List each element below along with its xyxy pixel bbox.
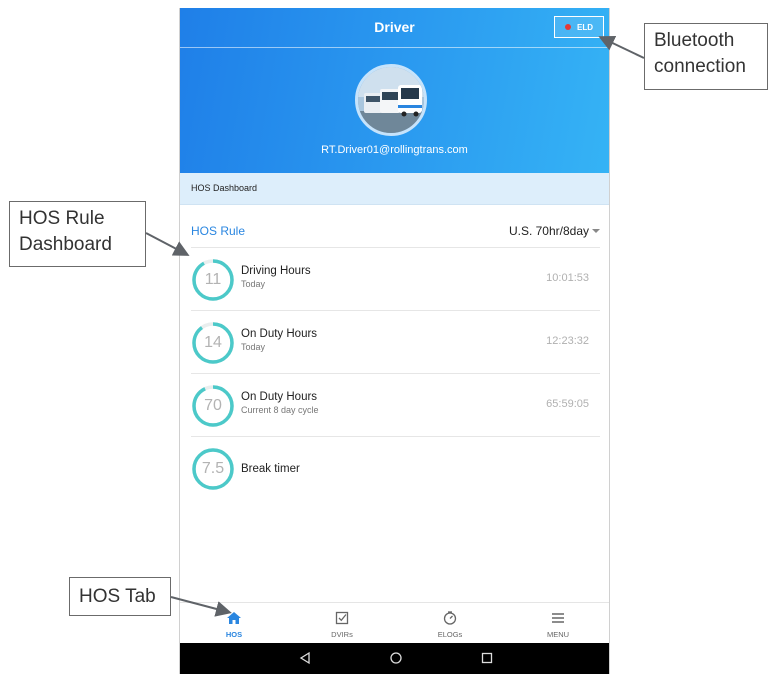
item-time: 65:59:05 (546, 398, 589, 410)
callout-hos-tab: HOS Tab (69, 577, 171, 616)
nav-tab-menu[interactable]: MENU (504, 603, 609, 644)
hos-rule-label: HOS Rule (191, 224, 246, 238)
checkbox-icon (335, 611, 349, 625)
timer-icon (443, 611, 457, 625)
item-title: Break timer (241, 463, 300, 475)
item-title: On Duty Hours (241, 328, 318, 340)
item-subtitle: Current 8 day cycle (241, 405, 319, 415)
ring-value: 11 (204, 271, 222, 288)
nav-tab-dvirs[interactable]: DVIRs (288, 603, 396, 644)
menu-icon (552, 613, 564, 623)
system-nav-bar (180, 643, 609, 674)
hos-rule-value: U.S. 70hr/8day (508, 224, 589, 238)
hos-item-on-duty-cycle[interactable]: 70 On Duty Hours Current 8 day cycle 65:… (191, 374, 600, 437)
item-title: Driving Hours (241, 265, 311, 277)
profile-header: Driver ELD RT.Driver01@rollingtrans.com (180, 8, 609, 173)
section-bar: HOS Dashboard (180, 173, 609, 205)
item-subtitle: Today (241, 279, 266, 289)
app-title: Driver (374, 19, 415, 35)
ring-value: 14 (204, 334, 222, 351)
nav-tab-elogs[interactable]: ELOGs (396, 603, 504, 644)
ring-value: 7.5 (201, 460, 225, 477)
section-title: HOS Dashboard (191, 183, 258, 193)
item-subtitle: Today (241, 342, 266, 352)
item-time: 12:23:32 (546, 335, 589, 347)
item-time: 10:01:53 (546, 272, 589, 284)
hos-item-driving-hours[interactable]: 11 Driving Hours Today 10:01:53 (191, 248, 600, 311)
hos-item-break-timer[interactable]: 7.5 Break timer (191, 437, 600, 500)
callout-bluetooth: Bluetooth connection (644, 23, 768, 90)
hos-rule-selector[interactable]: HOS Rule U.S. 70hr/8day (191, 218, 600, 248)
nav-label: MENU (546, 630, 570, 639)
avatar[interactable] (355, 64, 427, 136)
callout-hos-rule-dashboard: HOS Rule Dashboard (9, 201, 146, 267)
ring-value: 70 (204, 397, 222, 414)
bottom-nav: HOS DVIRs ELOGs MENU (180, 602, 609, 643)
nav-label: HOS (225, 630, 243, 639)
recents-icon[interactable] (480, 651, 494, 665)
driver-email: RT.Driver01@rollingtrans.com (321, 144, 468, 156)
app-bar: Driver ELD (180, 8, 609, 48)
item-title: On Duty Hours (241, 391, 318, 403)
bus-fleet-photo (358, 67, 424, 133)
home-circle-icon[interactable] (389, 651, 403, 665)
back-icon[interactable] (298, 651, 312, 665)
nav-tab-hos[interactable]: HOS (180, 603, 288, 644)
nav-label: DVIRs (331, 630, 353, 639)
phone-screen: Driver ELD RT.Driver01@rollingtrans.com … (179, 8, 610, 674)
connection-status-dot (565, 24, 571, 30)
chevron-down-icon (592, 229, 600, 233)
hos-item-on-duty-today[interactable]: 14 On Duty Hours Today 12:23:32 (191, 311, 600, 374)
nav-label: ELOGs (437, 630, 463, 639)
home-icon (227, 612, 241, 624)
eld-bluetooth-button[interactable]: ELD (554, 16, 604, 38)
eld-label: ELD (577, 22, 593, 32)
